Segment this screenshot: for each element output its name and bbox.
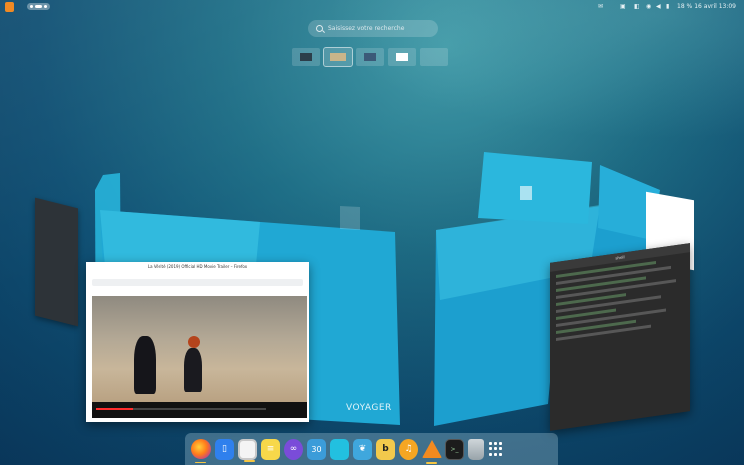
center-ghost-mark [340,206,360,230]
python-icon[interactable]: ❦ [353,438,372,460]
video-controls[interactable] [92,402,307,418]
video-progress-fill [96,408,134,410]
calendar-icon[interactable]: 30 [307,438,326,460]
bi-app-icon[interactable]: b [376,438,395,460]
terminal-window[interactable]: shell [550,243,690,431]
window-dark-left[interactable] [35,197,78,327]
cyan-app-icon[interactable] [330,438,349,460]
firefox-icon[interactable] [191,439,211,463]
wallpaper-brand: VOYAGER [346,403,392,413]
video-figure-hair [188,336,200,348]
dock: ▯ ≡ ∞ 30 ❦ b ♫ >_ [185,433,558,465]
app-grid-icon[interactable] [488,441,503,457]
terminal-icon[interactable]: >_ [445,438,464,460]
voyager-mark-icon [520,186,532,200]
phone-icon[interactable]: ▯ [215,438,234,460]
notes-icon[interactable] [238,438,257,462]
address-bar[interactable] [92,279,303,286]
firefox-video-window[interactable]: La Vérité (2019) Official HD Movie Trail… [86,262,309,422]
privacy-mask-icon[interactable]: ∞ [284,438,303,460]
headphones-icon[interactable]: ♫ [399,438,418,460]
video-figure-woman [184,348,202,392]
panel-back-right [478,152,592,224]
video-figure-man [134,336,156,394]
video-frame[interactable] [92,296,307,418]
video-progress[interactable] [96,408,266,410]
vlc-icon[interactable] [421,439,442,464]
video-window-title: La Vérité (2019) Official HD Movie Trail… [147,264,248,269]
sticky-notes-icon[interactable]: ≡ [261,438,280,460]
trash-icon[interactable] [468,438,484,460]
